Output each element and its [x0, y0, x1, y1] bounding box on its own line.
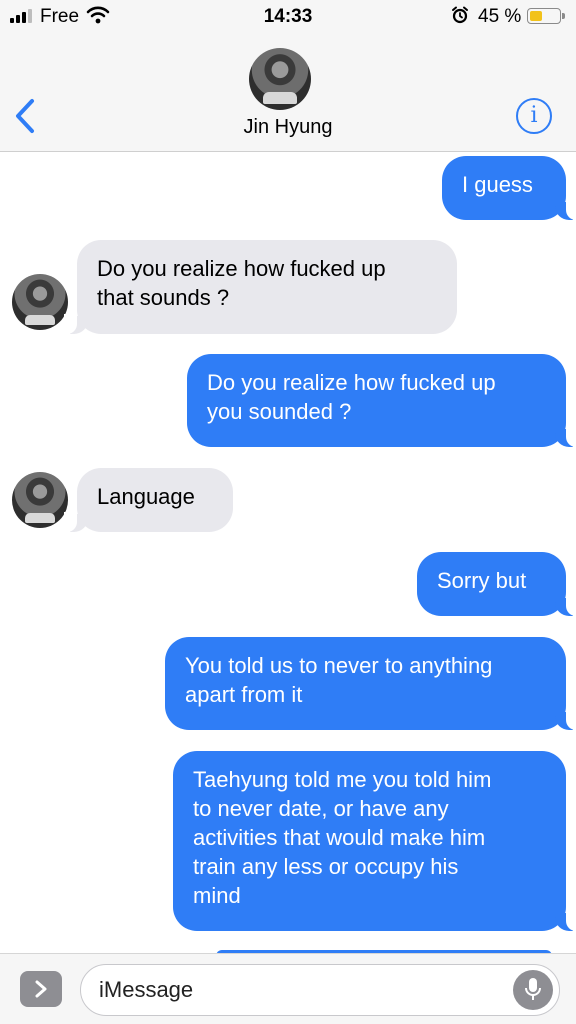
info-button[interactable]: i [516, 98, 552, 134]
alarm-clock-icon [451, 6, 469, 30]
message-text: mind [193, 883, 241, 908]
chevron-right-icon [35, 980, 47, 998]
message-bubble-outgoing[interactable]: Do you realize how fucked up you sounded… [187, 354, 576, 447]
dictation-button[interactable] [513, 970, 553, 1010]
message-text: you sounded ? [207, 399, 352, 424]
message-bubble-incoming[interactable]: Language [64, 468, 233, 532]
battery-icon [527, 8, 565, 24]
contact-avatar[interactable] [249, 48, 311, 110]
sender-avatar[interactable] [12, 472, 68, 528]
microphone-icon [525, 978, 541, 1000]
message-text: Do you realize how fucked up [207, 370, 496, 395]
message-text: apart from it [185, 682, 303, 707]
message-composer: iMessage [0, 953, 576, 1024]
conversation-header-area: Free 14:33 45 % Jin Hyung i [0, 0, 576, 152]
battery-percentage: 45 % [478, 6, 522, 27]
apps-button[interactable] [20, 971, 62, 1007]
status-bar: Free 14:33 45 % [0, 0, 576, 34]
message-text: Do you realize how fucked up [97, 256, 386, 281]
message-text: You told us to never to anything [185, 653, 493, 678]
message-text: Sorry but [437, 568, 527, 593]
message-bubble-outgoing[interactable]: You told us to never to anything apart f… [165, 637, 576, 730]
message-text: to never date, or have any [193, 796, 449, 821]
message-thread[interactable]: I guess Do you realize how fucked up tha… [0, 153, 576, 953]
message-text: train any less or occupy his [193, 854, 459, 879]
message-text: activities that would make him [193, 825, 486, 850]
contact-name[interactable]: Jin Hyung [0, 116, 576, 139]
message-bubble-outgoing[interactable]: Sorry but [417, 552, 576, 616]
message-input-placeholder: iMessage [99, 977, 194, 1002]
message-text: I guess [462, 172, 533, 197]
message-input[interactable]: iMessage [80, 964, 560, 1016]
sender-avatar[interactable] [12, 274, 68, 330]
message-text: Taehyung told me you told him [193, 767, 492, 792]
message-bubble-outgoing[interactable]: I guess [442, 156, 576, 220]
message-text: that sounds ? [97, 285, 230, 310]
message-bubble-outgoing[interactable]: Taehyung told me you told him to never d… [173, 751, 576, 931]
message-bubble-incoming[interactable]: Do you realize how fucked up that sounds… [64, 240, 457, 334]
message-text: Language [97, 484, 195, 509]
info-icon: i [530, 103, 538, 128]
